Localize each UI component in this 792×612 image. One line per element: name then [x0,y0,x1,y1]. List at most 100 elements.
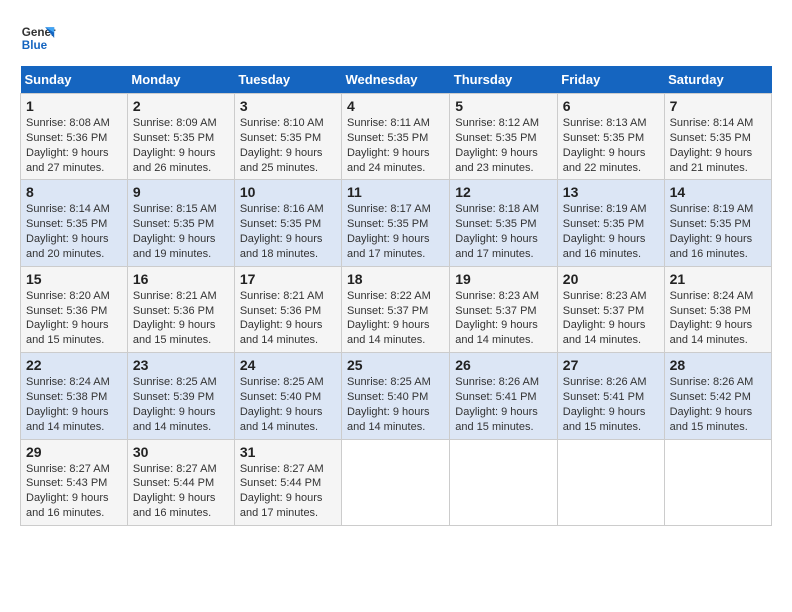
day-info: Sunrise: 8:16 AMSunset: 5:35 PMDaylight:… [240,202,336,261]
calendar-cell: 9Sunrise: 8:15 AMSunset: 5:35 PMDaylight… [127,180,234,266]
calendar-cell: 31 Sunrise: 8:27 AMSunset: 5:44 PMDayligh… [234,439,341,525]
day-info: Sunrise: 8:12 AMSunset: 5:35 PMDaylight:… [455,116,552,175]
week-row-3: 15 Sunrise: 8:20 AMSunset: 5:36 PMDayligh… [21,266,772,352]
day-info: Sunrise: 8:21 AMSunset: 5:36 PMDaylight:… [240,289,336,348]
day-number: 30 [133,444,229,460]
calendar-cell: 18 Sunrise: 8:22 AMSunset: 5:37 PMDayligh… [341,266,449,352]
calendar-cell: 23 Sunrise: 8:25 AMSunset: 5:39 PMDayligh… [127,353,234,439]
day-number: 26 [455,357,552,373]
calendar-cell: 15 Sunrise: 8:20 AMSunset: 5:36 PMDayligh… [21,266,128,352]
day-number: 11 [347,184,444,200]
day-number: 10 [240,184,336,200]
day-info: Sunrise: 8:18 AMSunset: 5:35 PMDaylight:… [455,202,552,261]
day-number: 8 [26,184,122,200]
day-info: Sunrise: 8:26 AMSunset: 5:41 PMDaylight:… [563,375,659,434]
day-number: 2 [133,98,229,114]
day-number: 25 [347,357,444,373]
calendar-cell: 3Sunrise: 8:10 AMSunset: 5:35 PMDaylight… [234,94,341,180]
calendar-cell: 29 Sunrise: 8:27 AMSunset: 5:43 PMDayligh… [21,439,128,525]
day-number: 29 [26,444,122,460]
calendar-cell: 12 Sunrise: 8:18 AMSunset: 5:35 PMDayligh… [450,180,558,266]
day-number: 23 [133,357,229,373]
day-info: Sunrise: 8:13 AMSunset: 5:35 PMDaylight:… [563,116,659,175]
weekday-header-friday: Friday [557,66,664,94]
calendar-cell: 25 Sunrise: 8:25 AMSunset: 5:40 PMDayligh… [341,353,449,439]
day-info: Sunrise: 8:20 AMSunset: 5:36 PMDaylight:… [26,289,122,348]
day-info: Sunrise: 8:23 AMSunset: 5:37 PMDaylight:… [563,289,659,348]
day-number: 28 [670,357,766,373]
calendar-cell: 21 Sunrise: 8:24 AMSunset: 5:38 PMDayligh… [664,266,771,352]
weekday-header-tuesday: Tuesday [234,66,341,94]
day-number: 19 [455,271,552,287]
logo: General Blue [20,20,60,56]
day-number: 24 [240,357,336,373]
calendar-cell: 24 Sunrise: 8:25 AMSunset: 5:40 PMDayligh… [234,353,341,439]
week-row-2: 8 Sunrise: 8:14 AMSunset: 5:35 PMDaylight… [21,180,772,266]
day-number: 5 [455,98,552,114]
calendar-cell: 4 Sunrise: 8:11 AMSunset: 5:35 PMDaylight… [341,94,449,180]
day-number: 22 [26,357,122,373]
day-info: Sunrise: 8:27 AMSunset: 5:43 PMDaylight:… [26,462,122,521]
day-number: 18 [347,271,444,287]
day-info: Sunrise: 8:22 AMSunset: 5:37 PMDaylight:… [347,289,444,348]
calendar-cell: 8 Sunrise: 8:14 AMSunset: 5:35 PMDaylight… [21,180,128,266]
calendar-cell [664,439,771,525]
day-number: 1 [26,98,122,114]
day-info: Sunrise: 8:25 AMSunset: 5:40 PMDaylight:… [347,375,444,434]
day-info: Sunrise: 8:26 AMSunset: 5:41 PMDaylight:… [455,375,552,434]
calendar-cell: 11 Sunrise: 8:17 AMSunset: 5:35 PMDayligh… [341,180,449,266]
day-info: Sunrise: 8:24 AMSunset: 5:38 PMDaylight:… [670,289,766,348]
calendar-cell: 27 Sunrise: 8:26 AMSunset: 5:41 PMDayligh… [557,353,664,439]
day-number: 12 [455,184,552,200]
calendar-cell: 6 Sunrise: 8:13 AMSunset: 5:35 PMDaylight… [557,94,664,180]
day-info: Sunrise: 8:23 AMSunset: 5:37 PMDaylight:… [455,289,552,348]
calendar-cell: 26 Sunrise: 8:26 AMSunset: 5:41 PMDayligh… [450,353,558,439]
day-info: Sunrise: 8:21 AMSunset: 5:36 PMDaylight:… [133,289,229,348]
calendar-cell: 7 Sunrise: 8:14 AMSunset: 5:35 PMDaylight… [664,94,771,180]
day-info: Sunrise: 8:11 AMSunset: 5:35 PMDaylight:… [347,116,444,175]
calendar-cell: 30 Sunrise: 8:27 AMSunset: 5:44 PMDayligh… [127,439,234,525]
day-number: 31 [240,444,336,460]
day-number: 7 [670,98,766,114]
calendar-cell: 5 Sunrise: 8:12 AMSunset: 5:35 PMDaylight… [450,94,558,180]
calendar-table: SundayMondayTuesdayWednesdayThursdayFrid… [20,66,772,526]
day-number: 20 [563,271,659,287]
weekday-header-sunday: Sunday [21,66,128,94]
calendar-cell: 22 Sunrise: 8:24 AMSunset: 5:38 PMDayligh… [21,353,128,439]
calendar-cell: 19 Sunrise: 8:23 AMSunset: 5:37 PMDayligh… [450,266,558,352]
week-row-1: 1 Sunrise: 8:08 AMSunset: 5:36 PMDaylight… [21,94,772,180]
calendar-cell: 14 Sunrise: 8:19 AMSunset: 5:35 PMDayligh… [664,180,771,266]
day-number: 6 [563,98,659,114]
calendar-cell: 16 Sunrise: 8:21 AMSunset: 5:36 PMDayligh… [127,266,234,352]
page-header: General Blue [20,20,772,56]
calendar-cell: 10 Sunrise: 8:16 AMSunset: 5:35 PMDayligh… [234,180,341,266]
calendar-cell: 1 Sunrise: 8:08 AMSunset: 5:36 PMDaylight… [21,94,128,180]
day-info: Sunrise: 8:26 AMSunset: 5:42 PMDaylight:… [670,375,766,434]
day-info: Sunrise: 8:25 AMSunset: 5:40 PMDaylight:… [240,375,336,434]
svg-text:Blue: Blue [22,39,48,52]
day-info: Sunrise: 8:25 AMSunset: 5:39 PMDaylight:… [133,375,229,434]
day-number: 9 [133,184,229,200]
weekday-header-thursday: Thursday [450,66,558,94]
day-info: Sunrise: 8:14 AMSunset: 5:35 PMDaylight:… [670,116,766,175]
calendar-cell: 28 Sunrise: 8:26 AMSunset: 5:42 PMDayligh… [664,353,771,439]
day-info: Sunrise: 8:27 AMSunset: 5:44 PMDaylight:… [240,462,336,521]
day-info: Sunrise: 8:24 AMSunset: 5:38 PMDaylight:… [26,375,122,434]
day-number: 15 [26,271,122,287]
day-info: Sunrise: 8:19 AMSunset: 5:35 PMDaylight:… [670,202,766,261]
day-info: Sunrise: 8:27 AMSunset: 5:44 PMDaylight:… [133,462,229,521]
day-info: Sunrise: 8:14 AMSunset: 5:35 PMDaylight:… [26,202,122,261]
day-info: Sunrise: 8:08 AMSunset: 5:36 PMDaylight:… [26,116,122,175]
weekday-header-row: SundayMondayTuesdayWednesdayThursdayFrid… [21,66,772,94]
day-number: 14 [670,184,766,200]
day-number: 21 [670,271,766,287]
day-number: 13 [563,184,659,200]
day-number: 4 [347,98,444,114]
day-number: 3 [240,98,336,114]
calendar-cell: 17Sunrise: 8:21 AMSunset: 5:36 PMDayligh… [234,266,341,352]
calendar-cell: 13 Sunrise: 8:19 AMSunset: 5:35 PMDayligh… [557,180,664,266]
day-info: Sunrise: 8:19 AMSunset: 5:35 PMDaylight:… [563,202,659,261]
day-number: 27 [563,357,659,373]
day-number: 16 [133,271,229,287]
day-info: Sunrise: 8:17 AMSunset: 5:35 PMDaylight:… [347,202,444,261]
